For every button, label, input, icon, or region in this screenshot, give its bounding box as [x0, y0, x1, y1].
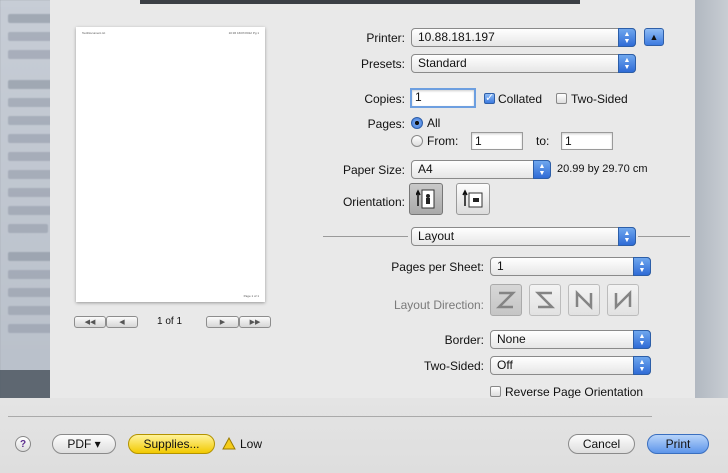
left-arrow-icon: ◀ — [119, 319, 125, 326]
reverse-page-orientation-checkbox[interactable] — [490, 386, 501, 397]
page-indicator: 1 of 1 — [157, 316, 183, 327]
triangle-up-icon: ▲ — [649, 32, 659, 42]
popup-arrows-icon: ▲ ▼ — [618, 227, 636, 246]
popup-arrows-icon: ▲ ▼ — [633, 356, 651, 375]
reverse-page-orientation-label: Reverse Page Orientation — [505, 385, 644, 399]
presets-label: Presets: — [360, 57, 405, 71]
landscape-icon — [462, 189, 483, 208]
pages-per-sheet-popup[interactable]: 1 ▲ ▼ — [490, 257, 651, 276]
question-mark-icon: ? — [19, 438, 27, 450]
popup-arrows-icon: ▲ ▼ — [618, 28, 636, 47]
popup-arrows-icon: ▲ ▼ — [633, 330, 651, 349]
help-button[interactable]: ? — [15, 436, 31, 452]
supply-level-label: Low — [240, 437, 263, 451]
two-sided-label: Two-Sided — [571, 92, 628, 106]
paper-size-value: A4 — [418, 162, 433, 176]
paper-size-popup[interactable]: A4 ▲ ▼ — [411, 160, 551, 179]
layout-reverse-n-icon — [614, 289, 632, 311]
pages-to-field[interactable]: 1 — [561, 132, 613, 150]
preview-header-left: TextDocument.txt — [82, 31, 106, 35]
pages-per-sheet-value: 1 — [497, 259, 504, 273]
popup-arrows-icon: ▲ ▼ — [533, 160, 551, 179]
portrait-orientation-button[interactable] — [409, 183, 443, 215]
popup-arrows-icon: ▲ ▼ — [633, 257, 651, 276]
pages-all-radio[interactable] — [411, 117, 423, 129]
layout-z-icon — [495, 291, 517, 309]
print-dialog: TextDocument.txt 10:36 16/07/2012 Pg 1 P… — [0, 0, 728, 473]
layout-direction-reverse-z-button[interactable] — [529, 284, 561, 316]
portrait-icon — [416, 189, 435, 209]
layout-direction-reverse-n-button[interactable] — [607, 284, 639, 316]
pages-from-field[interactable]: 1 — [471, 132, 523, 150]
layout-direction-n-button[interactable] — [568, 284, 600, 316]
collapse-details-button[interactable]: ▲ — [644, 28, 664, 46]
paper-dimensions: 20.99 by 29.70 cm — [557, 163, 648, 175]
pages-label: Pages: — [367, 117, 405, 131]
next-page-button[interactable]: ▶ — [206, 316, 239, 328]
right-arrow-icon: ▶ — [219, 319, 226, 326]
landscape-orientation-button[interactable] — [456, 183, 490, 215]
preview-footer: Page 1 of 1 — [243, 294, 259, 298]
section-popup-value: Layout — [418, 229, 455, 243]
border-value: None — [497, 332, 526, 346]
preview-header-right: 10:36 16/07/2012 Pg 1 — [228, 31, 259, 35]
section-divider-right — [638, 236, 690, 237]
last-page-button[interactable]: ▶▶ — [239, 316, 271, 328]
section-divider-left — [323, 236, 408, 237]
border-label: Border: — [444, 333, 484, 347]
layout-two-sided-value: Off — [497, 358, 513, 372]
collated-label: Collated — [498, 92, 543, 106]
layout-reverse-z-icon — [534, 291, 556, 309]
layout-n-icon — [575, 289, 593, 311]
pages-to-label: to: — [536, 134, 550, 148]
pages-per-sheet-label: Pages per Sheet: — [391, 260, 484, 274]
paper-size-label: Paper Size: — [342, 163, 405, 177]
layout-direction-label: Layout Direction: — [393, 298, 484, 312]
border-popup[interactable]: None ▲ ▼ — [490, 330, 651, 349]
copies-label: Copies: — [364, 92, 405, 106]
print-options-section-popup[interactable]: Layout ▲ ▼ — [411, 227, 636, 246]
window-titlebar-edge — [140, 0, 580, 4]
printer-value: 10.88.181.197 — [418, 30, 495, 44]
cancel-button[interactable]: Cancel — [568, 434, 635, 454]
presets-popup[interactable]: Standard ▲ ▼ — [411, 54, 636, 73]
pages-from-label: From: — [427, 134, 459, 148]
presets-value: Standard — [418, 56, 467, 70]
bottom-separator — [8, 416, 652, 417]
two-sided-checkbox[interactable] — [556, 93, 567, 104]
previous-page-button[interactable]: ◀ — [106, 316, 138, 328]
print-button[interactable]: Print — [647, 434, 709, 454]
layout-direction-z-button[interactable] — [490, 284, 522, 316]
popup-arrows-icon: ▲ ▼ — [618, 54, 636, 73]
pages-from-radio[interactable] — [411, 135, 423, 147]
double-right-arrow-icon: ▶▶ — [249, 319, 261, 326]
double-left-arrow-icon: ◀◀ — [84, 319, 96, 326]
page-preview: TextDocument.txt 10:36 16/07/2012 Pg 1 P… — [76, 27, 265, 302]
printer-popup[interactable]: 10.88.181.197 ▲ ▼ — [411, 28, 636, 47]
collated-checkbox[interactable]: ✓ — [484, 93, 495, 104]
layout-two-sided-label: Two-Sided: — [423, 359, 484, 373]
layout-two-sided-popup[interactable]: Off ▲ ▼ — [490, 356, 651, 375]
warning-icon — [222, 437, 236, 450]
pdf-menu-button[interactable]: PDF ▾ — [52, 434, 116, 454]
supplies-button[interactable]: Supplies... — [128, 434, 215, 454]
first-page-button[interactable]: ◀◀ — [74, 316, 106, 328]
pages-all-label: All — [427, 116, 441, 130]
orientation-label: Orientation: — [342, 195, 405, 209]
printer-label: Printer: — [366, 31, 405, 45]
copies-field[interactable]: 1 — [410, 88, 476, 108]
